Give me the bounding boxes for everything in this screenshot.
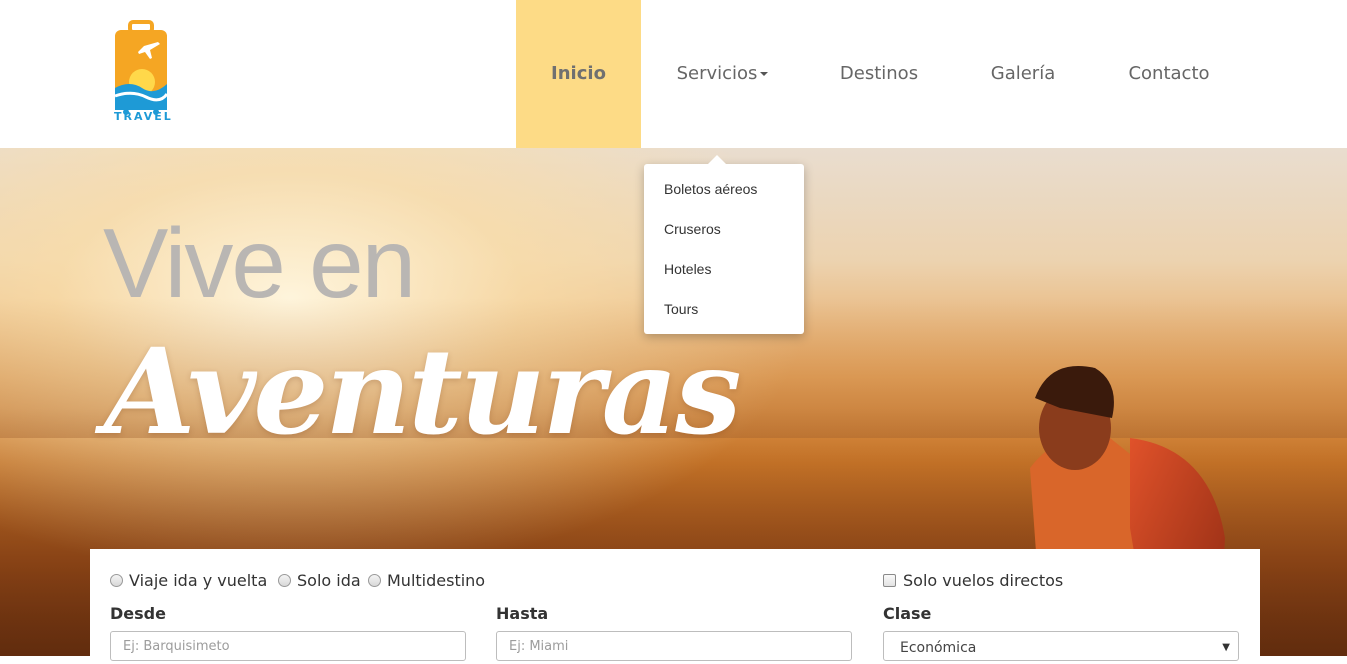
caret-down-icon xyxy=(760,72,769,76)
from-input[interactable] xyxy=(110,631,466,661)
dropdown-item-hoteles[interactable]: Hoteles xyxy=(664,261,711,277)
trip-type-multidestino-label[interactable]: Multidestino xyxy=(387,571,485,590)
trip-type-oneway-label[interactable]: Solo ida xyxy=(297,571,361,590)
logo-text: TRAVEL xyxy=(114,110,173,123)
to-input[interactable] xyxy=(496,631,852,661)
nav-item-destinos[interactable]: Destinos xyxy=(820,0,938,148)
site-header: TRAVEL Inicio Servicios Destinos Galería… xyxy=(0,0,1347,148)
class-select[interactable]: Económica ▼ xyxy=(883,631,1239,661)
nav-item-inicio[interactable]: Inicio xyxy=(516,0,641,148)
trip-type-oneway-radio[interactable] xyxy=(278,574,291,587)
servicios-dropdown-menu: Boletos aéreos Cruseros Hoteles Tours xyxy=(644,155,804,334)
trip-type-roundtrip-label[interactable]: Viaje ida y vuelta xyxy=(129,571,267,590)
dropdown-item-boletos-aereos[interactable]: Boletos aéreos xyxy=(664,181,757,197)
hero-title-line1: Vive en xyxy=(103,208,416,318)
direct-flights-label[interactable]: Solo vuelos directos xyxy=(903,571,1063,590)
direct-flights-checkbox[interactable] xyxy=(883,574,896,587)
nav-item-servicios-label: Servicios xyxy=(676,63,758,84)
trip-type-roundtrip-radio[interactable] xyxy=(110,574,123,587)
to-label: Hasta xyxy=(496,604,549,623)
nav-item-galeria[interactable]: Galería xyxy=(968,0,1078,148)
select-arrow-icon: ▼ xyxy=(1222,642,1230,653)
flight-search-panel: Viaje ida y vuelta Solo ida Multidestino… xyxy=(90,549,1260,661)
from-label: Desde xyxy=(110,604,166,623)
dropdown-item-tours[interactable]: Tours xyxy=(664,301,698,317)
trip-type-multidestino-radio[interactable] xyxy=(368,574,381,587)
class-select-value: Económica xyxy=(900,640,977,656)
dropdown-item-cruseros[interactable]: Cruseros xyxy=(664,221,721,237)
hero-title-line2: Aventuras xyxy=(104,322,742,461)
nav-item-contacto[interactable]: Contacto xyxy=(1110,0,1228,148)
class-label: Clase xyxy=(883,604,932,623)
nav-item-servicios[interactable]: Servicios xyxy=(655,0,790,148)
